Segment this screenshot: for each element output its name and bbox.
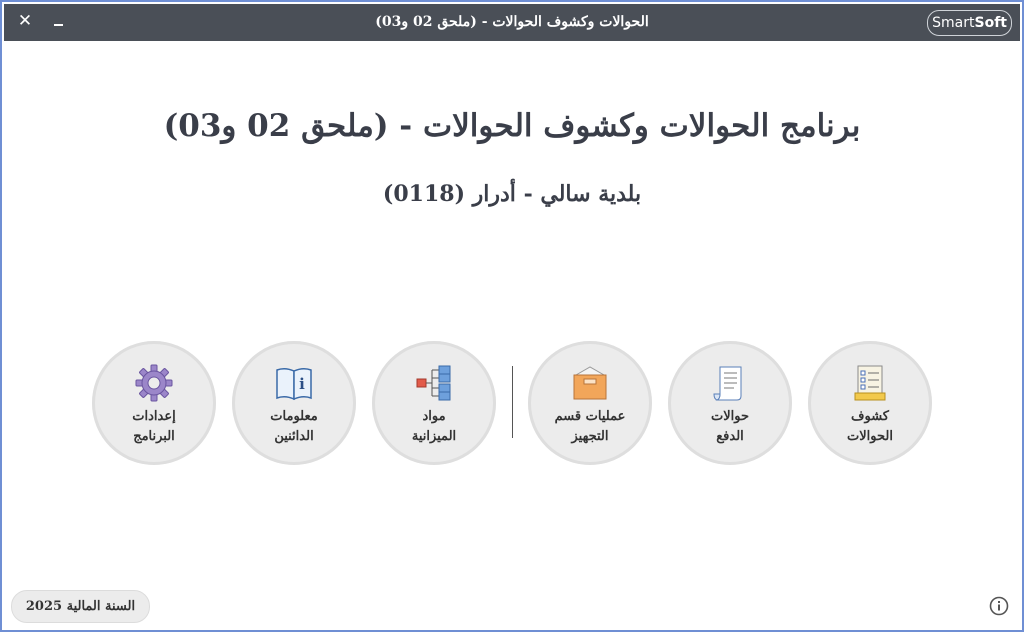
list-form-icon bbox=[854, 365, 886, 401]
tile-label-line2: الميزانية bbox=[411, 429, 457, 444]
tile-payment-transfers[interactable]: حوالات الدفع bbox=[668, 341, 792, 465]
gear-icon bbox=[135, 364, 173, 402]
tile-label-line2: التجهيز bbox=[571, 429, 609, 444]
tile-label-line2: الدائنين bbox=[274, 429, 314, 444]
window-title: الحوالات وكشوف الحوالات - (ملحق 02 و03) bbox=[375, 14, 649, 30]
page-subtitle: بلدية سالي - أدرار (0118) bbox=[382, 181, 642, 207]
tile-budget-items[interactable]: مواد الميزانية bbox=[372, 341, 496, 465]
tile-label-line1: كشوف bbox=[851, 409, 889, 424]
tile-label-line2: الحوالات bbox=[847, 429, 893, 444]
page-title: برنامج الحوالات وكشوف الحوالات - (ملحق 0… bbox=[163, 108, 861, 144]
tile-program-settings[interactable]: إعدادات البرنامج bbox=[92, 341, 216, 465]
tile-creditors-info[interactable]: i معلومات الدائنين bbox=[232, 341, 356, 465]
tile-label-line2: الدفع bbox=[716, 429, 744, 444]
svg-text:i: i bbox=[299, 375, 305, 393]
hierarchy-icon bbox=[416, 365, 451, 401]
app-window bbox=[0, 0, 1024, 632]
tile-transfer-statements[interactable]: كشوف الحوالات bbox=[808, 341, 932, 465]
tile-label-line1: عمليات قسم bbox=[554, 409, 626, 424]
fiscal-year-badge[interactable]: السنة المالية 2025 bbox=[11, 590, 150, 623]
tile-label-line1: مواد bbox=[422, 409, 446, 424]
tile-label-line1: معلومات bbox=[270, 409, 318, 424]
tile-equipment-operations[interactable]: عمليات قسم التجهيز bbox=[528, 341, 652, 465]
smartsoft-logo: SmartSoft bbox=[927, 10, 1012, 36]
document-scroll-icon bbox=[713, 366, 742, 401]
info-book-icon: i bbox=[276, 367, 312, 401]
box-icon bbox=[573, 366, 607, 400]
tile-label-line2: البرنامج bbox=[133, 429, 175, 444]
tiles-divider bbox=[512, 366, 513, 438]
tile-label-line1: حوالات bbox=[710, 409, 750, 424]
info-icon[interactable] bbox=[989, 596, 1009, 616]
tile-label-line1: إعدادات bbox=[132, 409, 176, 424]
title-bar: ✕ الحوالات وكشوف الحوالات - (ملحق 02 و03… bbox=[4, 4, 1020, 41]
